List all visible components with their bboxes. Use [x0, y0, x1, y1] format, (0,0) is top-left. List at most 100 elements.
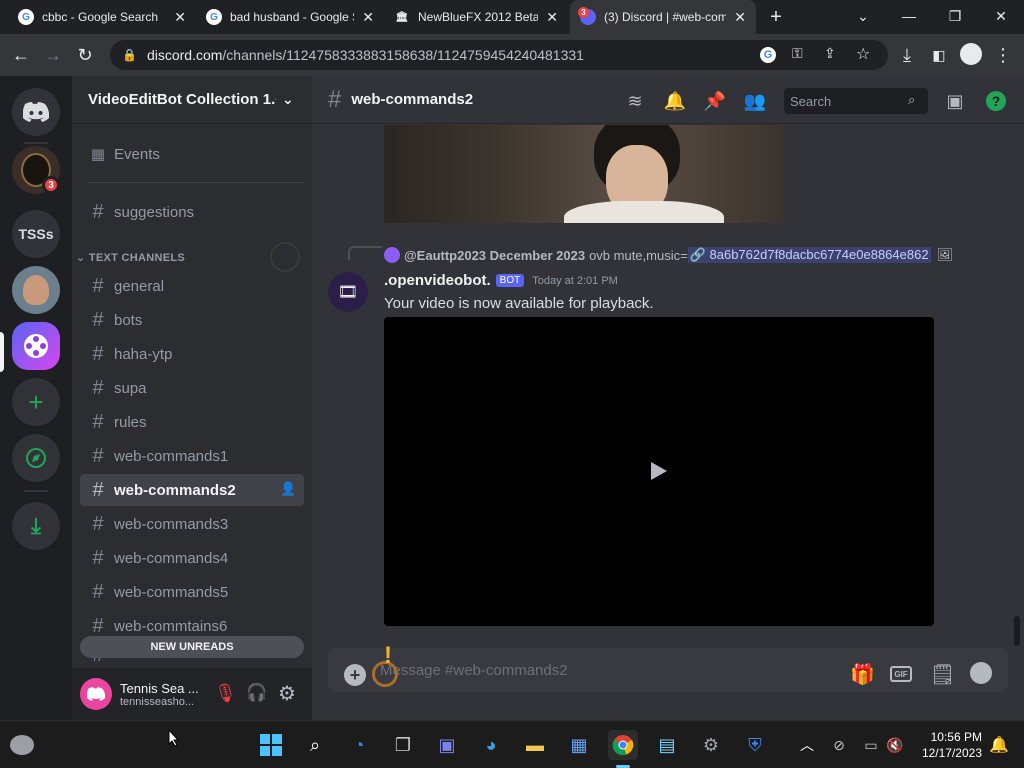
bot-avatar[interactable]: 🎞 — [328, 272, 368, 312]
new-tab-button[interactable]: + — [764, 6, 788, 28]
reload-icon[interactable]: ↻ — [72, 42, 98, 68]
notification-bell-icon[interactable]: 🔔 — [984, 730, 1014, 760]
channel-supa[interactable]: # supa — [80, 372, 304, 404]
microsoft-store-icon[interactable]: ▦ — [564, 730, 594, 760]
threads-icon[interactable]: ≋ — [624, 90, 646, 112]
windows-start-icon[interactable] — [256, 730, 286, 760]
channel-web-commands2[interactable]: # web-commands2 👤 — [80, 474, 304, 506]
settings-gear-icon[interactable]: ⚙ — [278, 681, 296, 706]
restore-icon[interactable]: ❐ — [932, 0, 978, 32]
channel-suggestions[interactable]: # suggestions — [80, 196, 304, 228]
bookmark-star-icon[interactable]: ☆ — [856, 44, 870, 64]
google-lens-icon[interactable]: G — [760, 47, 776, 63]
channel-web-commands1[interactable]: # web-commands1 — [80, 440, 304, 472]
pin-icon[interactable]: 📌 — [704, 90, 726, 112]
teams-chat-icon[interactable]: ▣ — [432, 730, 462, 760]
back-icon[interactable]: ← — [8, 42, 34, 68]
notepad-icon[interactable]: ▤ — [652, 730, 682, 760]
channel-web-commands5[interactable]: # web-commands5 — [80, 576, 304, 608]
category-text-channels[interactable]: ⌄ TEXT CHANNELS — [76, 251, 185, 264]
member-list-icon[interactable]: 👥 — [744, 90, 766, 112]
user-avatar[interactable] — [80, 678, 112, 710]
link-icon: 🔗 — [689, 247, 706, 262]
film-reel-icon: 🎞 — [337, 284, 359, 301]
weather-widget-icon[interactable] — [10, 735, 34, 755]
channel-web-commands4[interactable]: # web-commands4 — [80, 542, 304, 574]
task-view-icon[interactable]: ❐ — [388, 730, 418, 760]
close-tab-icon[interactable]: ✕ — [174, 9, 186, 26]
browser-tab-3[interactable]: 🏛 NewBlueFX 2012 Beta Tools ✕ — [384, 0, 568, 34]
direct-messages-button[interactable] — [12, 88, 60, 136]
profile-avatar[interactable] — [960, 43, 982, 65]
download-apps-button[interactable]: ⤓ — [12, 502, 60, 550]
channel-general[interactable]: # general — [80, 270, 304, 302]
file-explorer-icon[interactable]: ▬ — [520, 730, 550, 760]
server-icon-1[interactable]: 3 — [12, 146, 60, 194]
gift-icon[interactable]: 🎁 — [850, 662, 875, 687]
edge-beta-icon[interactable]: ◔ — [344, 730, 374, 760]
browser-tab-active[interactable]: 3 (3) Discord | #web-commands2 ✕ — [570, 0, 756, 34]
sticker-icon[interactable]: 🗒 — [930, 662, 955, 687]
close-tab-icon[interactable]: ✕ — [734, 9, 746, 26]
help-icon[interactable]: ? — [986, 91, 1006, 111]
new-unreads-pill[interactable]: NEW UNREADS — [80, 636, 304, 658]
show-hidden-icons-chevron[interactable]: ︿ — [792, 730, 822, 760]
minimize-icon[interactable]: — — [886, 0, 932, 32]
tab-search-icon[interactable]: ⌄ — [840, 0, 886, 32]
mic-muted-icon[interactable]: 🎙 — [214, 683, 237, 704]
thumbnail-figure-shirt — [564, 201, 724, 223]
search-icon[interactable]: ⌕ — [300, 730, 330, 760]
search-input[interactable]: Search ⌕ — [784, 88, 928, 114]
forward-icon[interactable]: → — [40, 42, 66, 68]
server-icon-3[interactable] — [12, 266, 60, 314]
video-thumbnail-previous[interactable] — [384, 125, 784, 223]
inbox-icon[interactable]: ▣ — [944, 90, 966, 112]
hash-icon: # — [92, 444, 104, 467]
explore-servers-button[interactable] — [12, 434, 60, 482]
headphones-icon[interactable]: 🎧 — [246, 683, 267, 703]
add-server-button[interactable]: + — [12, 378, 60, 426]
downloads-icon[interactable]: ⤓ — [894, 42, 920, 68]
notification-bell-icon[interactable]: 🔔 — [664, 90, 686, 112]
create-invite-icon[interactable]: 👤 — [280, 481, 296, 497]
message-author[interactable]: .openvideobot. — [384, 272, 491, 289]
reply-reference[interactable]: @Eauttp2023 December 2023 ovb mute,music… — [384, 246, 953, 264]
server-icon-tssss[interactable]: TSSs — [12, 210, 60, 258]
scrollbar-thumb[interactable] — [1014, 616, 1020, 646]
volume-muted-icon[interactable]: 🔇 — [880, 730, 910, 760]
chrome-icon[interactable] — [608, 730, 638, 760]
channel-haha-ytp[interactable]: # haha-ytp — [80, 338, 304, 370]
network-offline-icon[interactable]: ⊘ — [824, 730, 854, 760]
side-panel-icon[interactable]: ◧ — [926, 42, 952, 68]
channel-web-commands3[interactable]: # web-commands3 — [80, 508, 304, 540]
close-tab-icon[interactable]: ✕ — [362, 9, 374, 26]
reply-link[interactable]: 🔗 8a6b762d7f8dacbc6774e0e8864e862 — [687, 247, 931, 263]
browser-tab-2[interactable]: G bad husband - Google Search ✕ — [196, 0, 384, 34]
channel-bots[interactable]: # bots — [80, 304, 304, 336]
key-icon[interactable]: ⚿ — [792, 45, 803, 62]
edge-icon[interactable]: ◕ — [476, 730, 506, 760]
upload-plus-icon[interactable]: + — [344, 664, 366, 686]
user-info[interactable]: Tennis Sea ... tennisseasho... — [120, 681, 210, 708]
clock[interactable]: 10:56 PM 12/17/2023 — [912, 729, 982, 761]
channel-label: general — [114, 277, 165, 295]
emoji-icon[interactable] — [970, 662, 992, 684]
server-icon-videoeditbot[interactable] — [12, 322, 60, 370]
close-tab-icon[interactable]: ✕ — [546, 9, 558, 26]
close-window-icon[interactable]: ✕ — [978, 0, 1024, 32]
video-player[interactable] — [384, 317, 934, 626]
address-bar[interactable]: 🔒 discord.com/channels/11247583338831586… — [110, 40, 888, 70]
server-header[interactable]: VideoEditBot Collection 1.0 ⌄ — [72, 76, 312, 124]
play-icon[interactable] — [650, 461, 668, 481]
gif-icon[interactable]: GIF — [890, 666, 912, 682]
reply-link-text: 8a6b762d7f8dacbc6774e0e8864e862 — [709, 247, 929, 262]
events-item[interactable]: ▦ Events — [80, 138, 304, 170]
chrome-menu-icon[interactable]: ⋮ — [990, 42, 1016, 68]
channel-label: web-commands3 — [114, 515, 229, 533]
channel-rules[interactable]: # rules — [80, 406, 304, 438]
share-icon[interactable]: ⇪ — [824, 45, 836, 62]
windows-security-icon[interactable]: ⛨ — [740, 730, 770, 760]
browser-tab-1[interactable]: G cbbc - Google Search ✕ — [8, 0, 196, 34]
channel-label: bots — [114, 311, 143, 329]
settings-icon[interactable]: ⚙ — [696, 730, 726, 760]
